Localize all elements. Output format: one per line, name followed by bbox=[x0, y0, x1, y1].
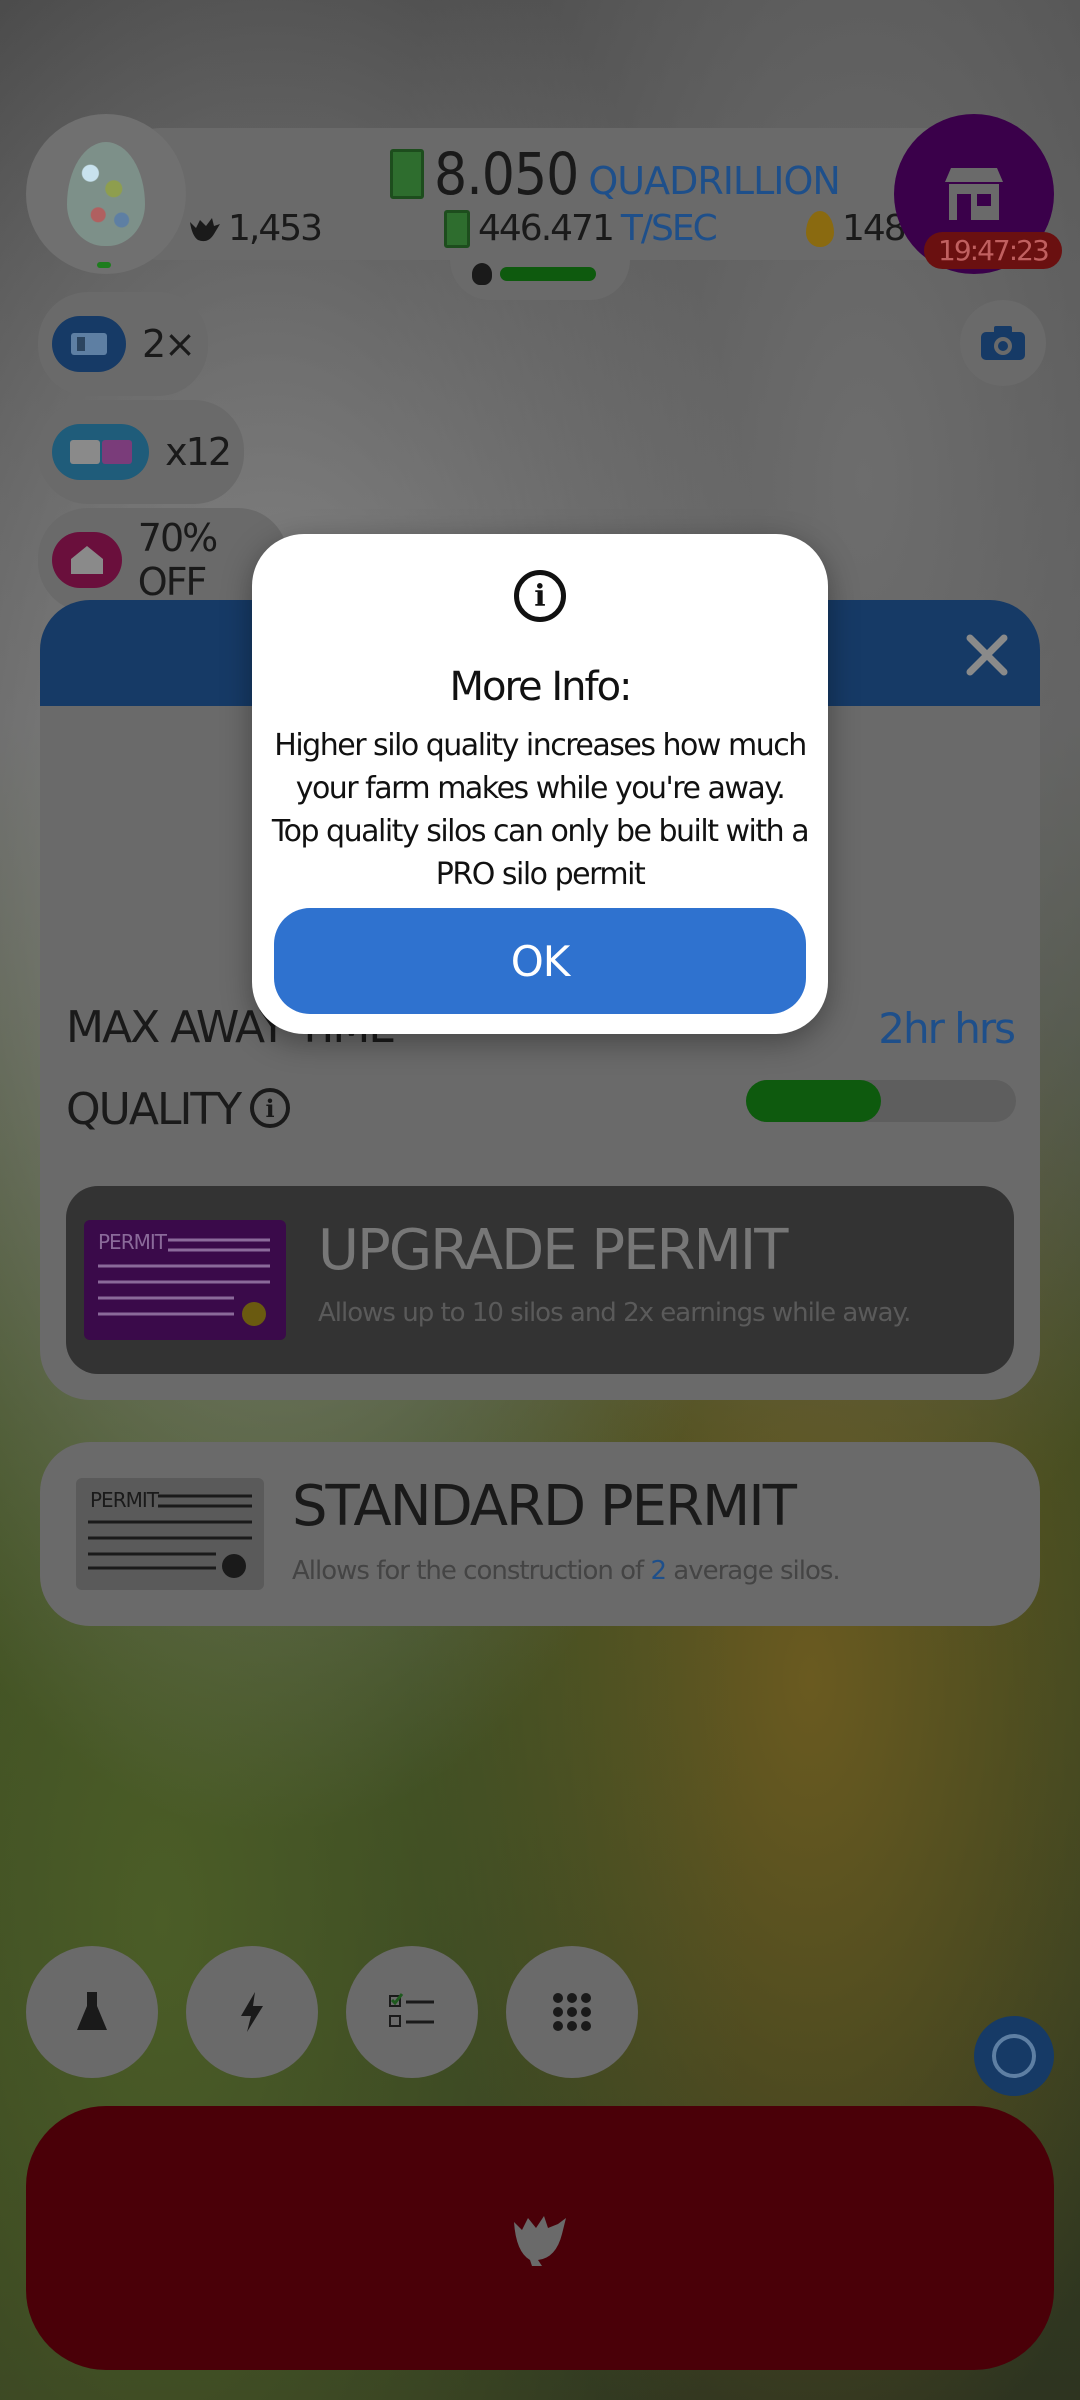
chick-icon bbox=[472, 263, 492, 285]
missions-button[interactable] bbox=[346, 1946, 478, 2078]
current-egg-avatar[interactable] bbox=[26, 114, 186, 274]
grid-menu-icon bbox=[553, 1993, 591, 2031]
research-flask-icon bbox=[77, 1992, 107, 2030]
earning-rate-value: 446.471 bbox=[478, 208, 615, 249]
camera-button[interactable] bbox=[960, 300, 1046, 386]
habitat-progress-bar bbox=[500, 267, 596, 281]
standard-permit-description: Allows for the construction of 2 average… bbox=[292, 1556, 841, 1586]
info-icon: i bbox=[514, 570, 566, 622]
house-sale-icon bbox=[52, 532, 122, 588]
double-earnings-button[interactable]: 2× bbox=[38, 292, 208, 396]
cash-icon bbox=[390, 149, 424, 199]
chicken-icon bbox=[190, 217, 220, 241]
earning-rate-unit: T/SEC bbox=[620, 208, 718, 249]
boost-lightning-icon bbox=[241, 1992, 263, 2032]
chicken-icon bbox=[514, 2216, 566, 2266]
camera-icon bbox=[981, 326, 1025, 360]
boosts-nav-button[interactable] bbox=[186, 1946, 318, 2078]
dialog-body: Higher silo quality increases how much y… bbox=[271, 728, 810, 892]
standard-permit-title: STANDARD PERMIT bbox=[292, 1474, 797, 1539]
close-icon[interactable] bbox=[962, 630, 1012, 680]
shop-icon bbox=[945, 168, 1003, 220]
ok-button[interactable]: OK bbox=[274, 908, 806, 1014]
standard-permit-silo-count: 2 bbox=[650, 1556, 667, 1586]
money-unit: QUADRILLION bbox=[588, 159, 840, 203]
dialog-title: More Info: bbox=[449, 664, 632, 710]
shop-timer: 19:47:23 bbox=[924, 232, 1062, 269]
upgrade-permit-image: PERMIT bbox=[84, 1220, 286, 1340]
upgrade-permit-description: Allows up to 10 silos and 2x earnings wh… bbox=[318, 1298, 911, 1328]
ring-icon bbox=[992, 2034, 1036, 2078]
double-earnings-label: 2× bbox=[141, 322, 196, 366]
boosts-count-label: x12 bbox=[165, 430, 232, 474]
overlay-toggle-button[interactable] bbox=[974, 2016, 1054, 2096]
upgrade-permit-card[interactable]: PERMIT UPGRADE PERMIT Allows up to 10 si… bbox=[66, 1186, 1014, 1374]
chicken-count: 1,453 bbox=[186, 208, 323, 249]
chicken-count-value: 1,453 bbox=[228, 208, 323, 249]
egg-icon bbox=[67, 142, 145, 246]
habitat-progress[interactable] bbox=[450, 248, 630, 300]
quality-info-icon[interactable]: i bbox=[250, 1088, 290, 1128]
standard-permit-desc-suffix: average silos. bbox=[673, 1556, 840, 1586]
golden-egg-count: 148 bbox=[806, 208, 907, 249]
video-boost-icon bbox=[52, 316, 126, 372]
quality-label: QUALITY bbox=[66, 1084, 242, 1135]
checklist-icon bbox=[389, 1993, 434, 2027]
egg-indicator bbox=[97, 262, 111, 268]
main-menu-button[interactable] bbox=[506, 1946, 638, 2078]
sale-button[interactable]: 70% OFF bbox=[38, 508, 288, 612]
money-display: 8.050 QUADRILLION bbox=[390, 140, 841, 208]
standard-permit-desc-prefix: Allows for the construction of bbox=[292, 1556, 644, 1586]
boosts-button[interactable]: x12 bbox=[38, 400, 244, 504]
more-info-dialog: i More Info: Higher silo quality increas… bbox=[252, 534, 828, 1034]
boost-cards-icon bbox=[52, 424, 150, 480]
upgrade-permit-title: UPGRADE PERMIT bbox=[318, 1218, 789, 1283]
standard-permit-image: PERMIT bbox=[76, 1478, 264, 1590]
hatch-chicken-button[interactable] bbox=[26, 2106, 1054, 2370]
earning-rate: 446.471 T/SEC bbox=[444, 208, 718, 249]
money-value: 8.050 bbox=[434, 140, 579, 208]
cash-small-icon bbox=[444, 209, 470, 248]
max-away-time-value: 2hr hrs bbox=[878, 1004, 1016, 1053]
golden-egg-value: 148 bbox=[842, 208, 907, 249]
research-button[interactable] bbox=[26, 1946, 158, 2078]
golden-egg-icon bbox=[806, 210, 834, 247]
standard-permit-card[interactable]: PERMIT STANDARD PERMIT Allows for the co… bbox=[40, 1442, 1040, 1626]
quality-bar-fill bbox=[746, 1080, 881, 1122]
